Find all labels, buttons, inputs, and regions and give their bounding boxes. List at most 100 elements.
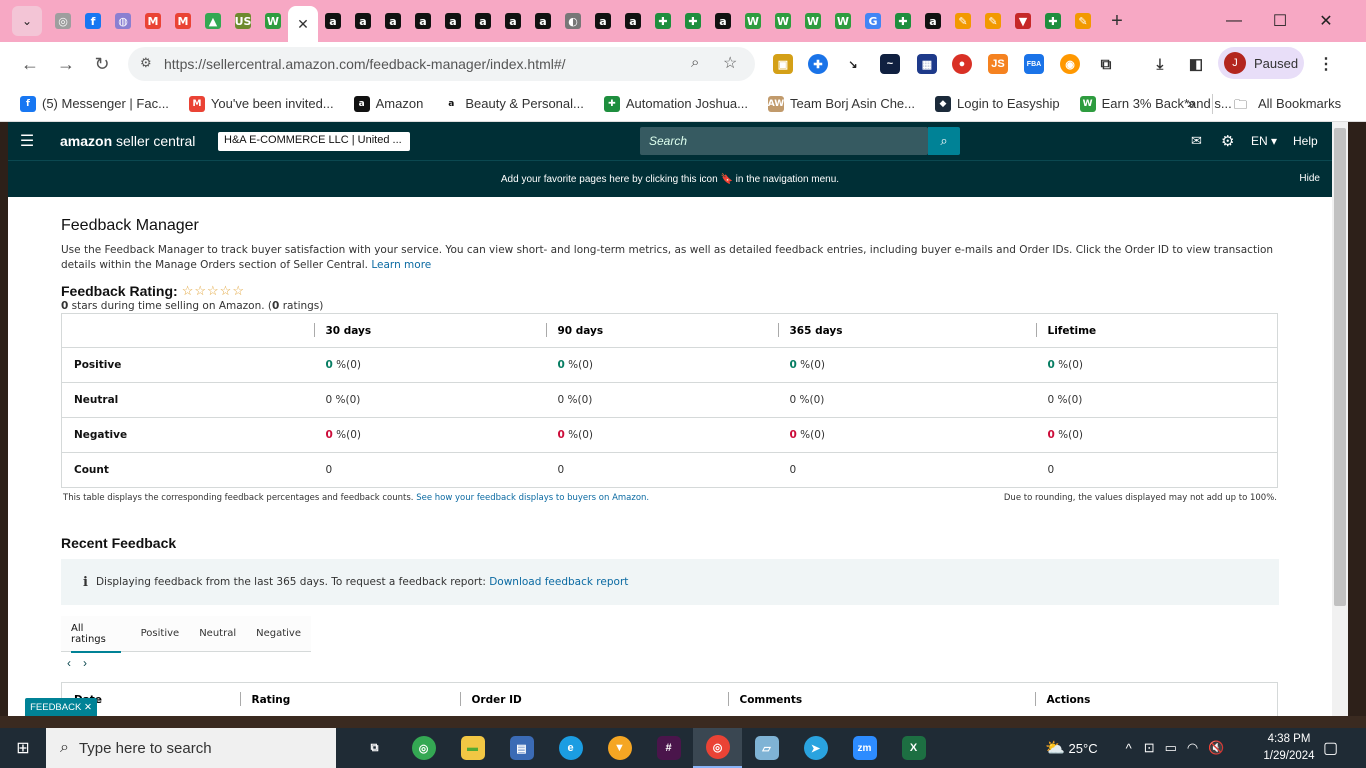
excel-icon[interactable]: X xyxy=(889,728,938,768)
maximize-button[interactable]: ☐ xyxy=(1257,0,1303,42)
browser-tab[interactable]: ◍ xyxy=(108,6,138,36)
extensions-puzzle-icon[interactable]: ⧉ xyxy=(1096,54,1116,74)
browser-tab[interactable]: a xyxy=(408,6,438,36)
seller-central-logo[interactable]: amazon seller central xyxy=(60,133,195,149)
language-selector[interactable]: EN ▾ xyxy=(1251,122,1277,160)
bookmark-item[interactable]: AW Team Borj Asin Che... xyxy=(768,95,915,112)
profile-button[interactable]: J Paused xyxy=(1218,47,1304,79)
browser-tab[interactable]: ▼ xyxy=(1008,6,1038,36)
bookmark-star-icon[interactable]: ☆ xyxy=(723,53,737,73)
minimize-button[interactable]: — xyxy=(1211,0,1257,42)
extension-circle-icon[interactable]: ✚ xyxy=(808,54,828,74)
browser-tab[interactable]: a xyxy=(528,6,558,36)
new-tab-button[interactable]: + xyxy=(1102,6,1132,36)
address-bar[interactable]: ⚙ https://sellercentral.amazon.com/feedb… xyxy=(128,47,755,81)
browser-tab[interactable]: W xyxy=(798,6,828,36)
notifications-icon[interactable]: ▢ xyxy=(1323,738,1338,758)
browser-tab[interactable]: ✎ xyxy=(948,6,978,36)
url-text[interactable]: https://sellercentral.amazon.com/feedbac… xyxy=(164,56,566,72)
extension-arrow-icon[interactable]: ↘ xyxy=(843,54,863,74)
tab-search-button[interactable]: ⌄ xyxy=(12,6,42,36)
device-manager-icon[interactable]: ▤ xyxy=(497,728,546,768)
browser-tab[interactable]: a xyxy=(318,6,348,36)
browser-tab[interactable]: W xyxy=(768,6,798,36)
browser-tab[interactable]: f xyxy=(78,6,108,36)
notes-icon[interactable]: ▱ xyxy=(742,728,791,768)
zoom-icon[interactable]: zm xyxy=(840,728,889,768)
scrollbar-thumb[interactable] xyxy=(1334,128,1346,606)
wifi-icon[interactable]: ◠ xyxy=(1187,740,1198,756)
all-bookmarks[interactable]: All Bookmarks xyxy=(1258,96,1341,111)
windows-start-icon[interactable]: ⊞ xyxy=(0,728,46,768)
feedback-display-link[interactable]: See how your feedback displays to buyers… xyxy=(416,493,649,503)
page-scrollbar[interactable] xyxy=(1332,122,1348,716)
extension-fba-icon[interactable]: FBA xyxy=(1024,54,1044,74)
learn-more-link[interactable]: Learn more xyxy=(371,259,431,271)
next-page-icon[interactable]: › xyxy=(83,656,87,670)
close-window-button[interactable]: ✕ xyxy=(1303,0,1349,42)
chrome-icon[interactable]: ◎ xyxy=(399,728,448,768)
file-explorer-icon[interactable]: ▬ xyxy=(448,728,497,768)
zoom-icon[interactable]: ⌕ xyxy=(691,54,699,71)
slack-icon[interactable]: # xyxy=(644,728,693,768)
browser-tab[interactable]: W xyxy=(738,6,768,36)
hamburger-menu-icon[interactable]: ☰ xyxy=(8,122,46,160)
reload-icon[interactable]: ↻ xyxy=(84,46,120,82)
volume-mute-icon[interactable]: 🔇 xyxy=(1208,740,1224,756)
help-link[interactable]: Help xyxy=(1293,122,1318,160)
brave-icon[interactable]: ▼ xyxy=(595,728,644,768)
bookmark-item[interactable]: ◆ Login to Easyship xyxy=(935,95,1060,112)
download-icon[interactable]: ⤓ xyxy=(1150,54,1170,74)
browser-tab[interactable]: ◐ xyxy=(558,6,588,36)
browser-tab[interactable]: W xyxy=(828,6,858,36)
battery-icon[interactable]: ▭ xyxy=(1165,740,1177,756)
browser-tab[interactable]: a xyxy=(918,6,948,36)
browser-tab[interactable]: ✎ xyxy=(1068,6,1098,36)
tab-neutral[interactable]: Neutral xyxy=(199,616,236,652)
telegram-icon[interactable]: ➤ xyxy=(791,728,840,768)
browser-menu-icon[interactable]: ⋮ xyxy=(1316,54,1336,74)
feedback-tag[interactable]: FEEDBACK ✕ xyxy=(25,698,97,716)
tray-chevron-icon[interactable]: ^ xyxy=(1126,741,1132,756)
bookmarks-overflow-icon[interactable]: » xyxy=(1187,95,1195,112)
tab-all-ratings[interactable]: All ratings xyxy=(71,616,121,653)
browser-tab[interactable]: a xyxy=(378,6,408,36)
browser-tab[interactable]: ◎ xyxy=(48,6,78,36)
browser-tab[interactable]: a xyxy=(498,6,528,36)
browser-tab[interactable]: a xyxy=(588,6,618,36)
hide-favorites-button[interactable]: Hide xyxy=(1299,173,1320,184)
browser-tab[interactable]: M xyxy=(138,6,168,36)
bookmark-item[interactable]: W Earn 3% Back*and s... xyxy=(1079,95,1232,112)
extension-cake-icon[interactable]: ▣ xyxy=(773,54,793,74)
browser-tab[interactable]: M xyxy=(168,6,198,36)
extension-grid-icon[interactable]: ▦ xyxy=(917,54,937,74)
active-tab[interactable]: ✕ xyxy=(288,6,318,42)
meet-icon[interactable]: ⊡ xyxy=(1144,740,1155,756)
weather-temp[interactable]: 25°C xyxy=(1069,741,1098,756)
tab-positive[interactable]: Positive xyxy=(141,616,180,652)
browser-tab[interactable]: a xyxy=(468,6,498,36)
browser-tab[interactable]: a xyxy=(618,6,648,36)
site-info-icon[interactable]: ⚙ xyxy=(140,55,152,71)
bookmark-item[interactable]: M You've been invited... xyxy=(188,95,334,112)
download-report-link[interactable]: Download feedback report xyxy=(489,576,628,588)
side-panel-icon[interactable]: ◧ xyxy=(1186,54,1206,74)
bookmark-item[interactable]: a Beauty & Personal... xyxy=(443,95,584,112)
browser-tab[interactable]: ✚ xyxy=(648,6,678,36)
store-selector[interactable]: H&A E-COMMERCE LLC | United ... xyxy=(218,132,410,151)
bookmark-item[interactable]: ✚ Automation Joshua... xyxy=(603,95,748,112)
browser-tab[interactable]: a xyxy=(438,6,468,36)
search-icon[interactable]: ⌕ xyxy=(928,127,960,155)
mail-icon[interactable]: ✉ xyxy=(1191,122,1202,160)
prev-page-icon[interactable]: ‹ xyxy=(67,656,71,670)
browser-tab[interactable]: a xyxy=(708,6,738,36)
gear-icon[interactable]: ⚙ xyxy=(1221,122,1234,160)
browser-tab[interactable]: ▲ xyxy=(198,6,228,36)
browser-tab[interactable]: ✎ xyxy=(978,6,1008,36)
browser-tab[interactable]: ✚ xyxy=(888,6,918,36)
chrome-profile-icon[interactable]: ◎ xyxy=(693,728,742,768)
bookmark-item[interactable]: a Amazon xyxy=(353,95,423,112)
extension-pokeball-icon[interactable]: ● xyxy=(952,54,972,74)
browser-tab[interactable]: W xyxy=(258,6,288,36)
close-tab-icon[interactable]: ✕ xyxy=(297,16,309,33)
